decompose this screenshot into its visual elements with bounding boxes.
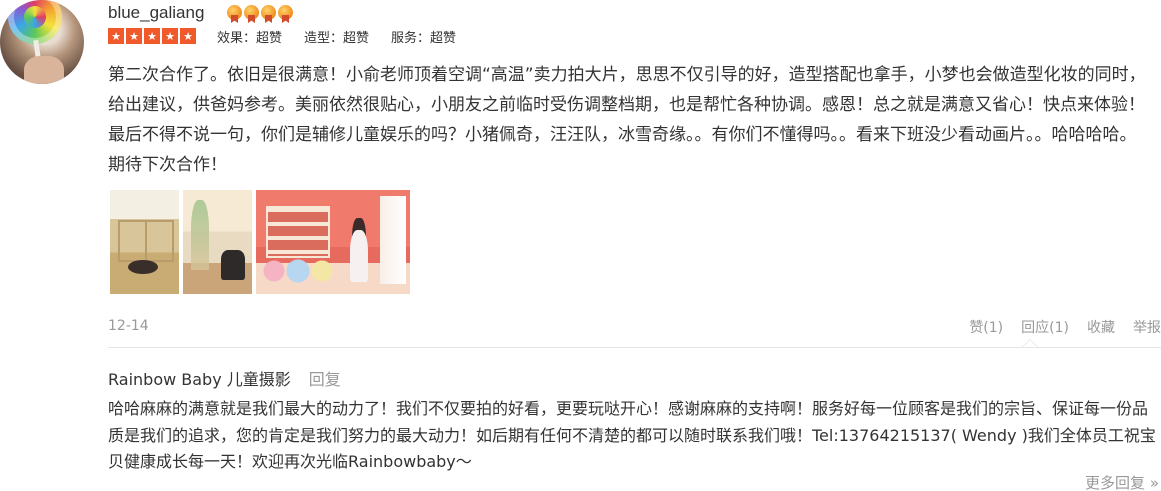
divider <box>108 347 1161 348</box>
star-icon: ★ <box>126 28 142 44</box>
username-link[interactable]: blue_galiang <box>108 3 204 23</box>
hand-graphic <box>24 56 64 84</box>
reply-button[interactable]: 回复 <box>309 366 341 390</box>
star-icon: ★ <box>144 28 160 44</box>
review-photos <box>110 190 410 294</box>
photo-detail <box>262 258 342 284</box>
like-button[interactable]: 赞(1) <box>969 317 1003 337</box>
review-text: 第二次合作了。依旧是很满意！小俞老师顶着空调“高温”卖力拍大片，思思不仅引导的好… <box>108 65 1146 175</box>
photo-detail <box>380 196 406 284</box>
user-medals <box>227 5 293 23</box>
user-avatar[interactable] <box>0 0 84 84</box>
review-photo[interactable] <box>110 190 179 294</box>
star-rating: ★ ★ ★ ★ ★ <box>108 28 196 44</box>
review-date: 12-14 <box>108 318 149 334</box>
score-effect: 效果：超赞 <box>217 31 283 46</box>
review-actions: 赞(1) 回应(1) 收藏 举报 <box>969 317 1161 337</box>
more-replies-link[interactable]: 更多回复 » <box>1085 472 1159 491</box>
score-styling: 造型：超赞 <box>304 31 370 46</box>
merchant-reply-text: 哈哈麻麻的满意就是我们最大的动力了！我们不仅要拍的好看，更要玩哒开心！感谢麻麻的… <box>108 399 1156 471</box>
star-icon: ★ <box>180 28 196 44</box>
medal-icon <box>227 5 242 23</box>
review-photo[interactable] <box>183 190 252 294</box>
sub-scores: 效果：超赞 造型：超赞 服务：超赞 <box>217 27 478 46</box>
favorite-button[interactable]: 收藏 <box>1087 317 1115 337</box>
reply-pointer-caret <box>1022 339 1038 347</box>
merchant-name[interactable]: Rainbow Baby 儿童摄影 <box>108 366 291 390</box>
report-button[interactable]: 举报 <box>1133 317 1161 337</box>
merchant-reply-header: Rainbow Baby 儿童摄影 回复 <box>108 366 341 390</box>
star-icon: ★ <box>108 28 124 44</box>
score-service: 服务：超赞 <box>391 31 457 46</box>
review-photo[interactable] <box>256 190 410 294</box>
medal-icon <box>278 5 293 23</box>
lollipop-graphic <box>8 0 62 44</box>
medal-icon <box>261 5 276 23</box>
reply-toggle-button[interactable]: 回应(1) <box>1021 317 1069 337</box>
star-icon: ★ <box>162 28 178 44</box>
medal-icon <box>244 5 259 23</box>
